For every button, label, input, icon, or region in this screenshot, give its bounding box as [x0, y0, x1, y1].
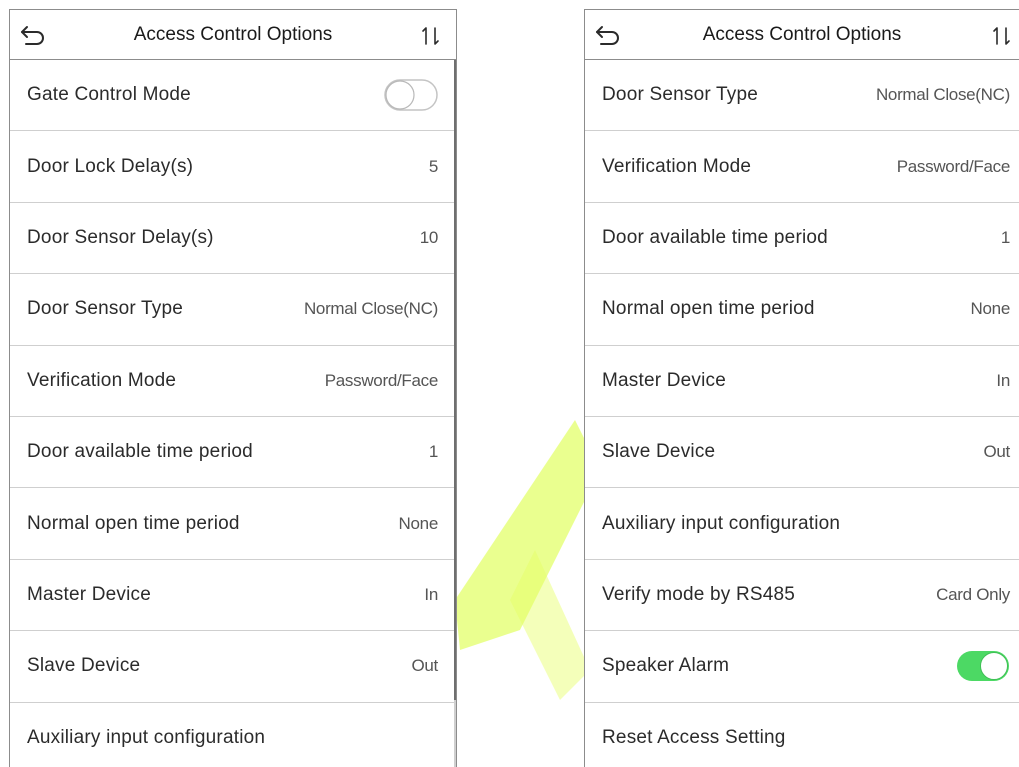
verification-mode-row[interactable]: Verification Mode Password/Face [10, 346, 456, 417]
door-available-time-period-row[interactable]: Door available time period 1 [10, 417, 456, 489]
settings-list: Gate Control Mode Door Lock Delay(s) 5 D… [10, 60, 456, 767]
row-value: 1 [428, 442, 438, 462]
page-title: Access Control Options [133, 23, 333, 45]
page-title: Access Control Options [702, 23, 902, 45]
row-value: Out [411, 656, 438, 676]
door-lock-delay-row[interactable]: Door Lock Delay(s) 5 [10, 131, 456, 203]
speaker-alarm-row[interactable]: Speaker Alarm [585, 631, 1019, 703]
speaker-alarm-toggle[interactable] [956, 649, 1010, 683]
row-label: Door Sensor Type [27, 298, 183, 320]
row-label: Normal open time period [602, 298, 815, 320]
door-sensor-type-row[interactable]: Door Sensor Type Normal Close(NC) [585, 60, 1019, 132]
back-arrow-icon[interactable] [20, 24, 46, 46]
row-label: Speaker Alarm [602, 655, 730, 677]
gate-control-mode-toggle[interactable] [384, 78, 438, 112]
verification-mode-row[interactable]: Verification Mode Password/Face [585, 131, 1019, 203]
row-label: Slave Device [27, 655, 141, 677]
master-device-row[interactable]: Master Device In [585, 346, 1019, 417]
row-label: Gate Control Mode [27, 84, 191, 106]
row-label: Verify mode by RS485 [602, 583, 796, 605]
row-label: Verification Mode [602, 155, 752, 177]
sort-arrows-icon[interactable] [991, 25, 1013, 47]
sort-arrows-icon[interactable] [420, 25, 442, 47]
master-device-row[interactable]: Master Device In [10, 560, 456, 632]
gate-control-mode-row[interactable]: Gate Control Mode [10, 60, 456, 132]
row-value: In [424, 584, 438, 604]
back-arrow-icon[interactable] [595, 24, 621, 46]
row-label: Reset Access Setting [602, 726, 786, 748]
row-value: Password/Face [324, 370, 439, 390]
row-label: Door Sensor Type [602, 84, 758, 106]
row-value: Out [983, 442, 1010, 462]
row-label: Auxiliary input configuration [27, 726, 266, 748]
slave-device-row[interactable]: Slave Device Out [10, 631, 456, 703]
row-value: Password/Face [896, 156, 1011, 176]
auxiliary-input-configuration-row[interactable]: Auxiliary input configuration [585, 488, 1019, 560]
settings-list: Door Sensor Type Normal Close(NC) Verifi… [585, 60, 1019, 767]
row-label: Normal open time period [27, 512, 240, 534]
row-value: None [398, 513, 439, 533]
normal-open-time-period-row[interactable]: Normal open time period None [10, 488, 456, 560]
row-label: Master Device [27, 583, 152, 605]
row-value: In [996, 370, 1010, 390]
row-value: Card Only [936, 584, 1010, 604]
header-bar: Access Control Options [10, 10, 456, 60]
left-screen: Access Control Options Gate Control Mode… [9, 9, 457, 767]
verify-mode-rs485-row[interactable]: Verify mode by RS485 Card Only [585, 560, 1019, 632]
door-sensor-delay-row[interactable]: Door Sensor Delay(s) 10 [10, 203, 456, 275]
row-value: None [970, 299, 1011, 319]
row-label: Door available time period [27, 441, 253, 463]
door-available-time-period-row[interactable]: Door available time period 1 [585, 203, 1019, 275]
row-label: Slave Device [602, 441, 716, 463]
watermark-graphic [455, 420, 600, 700]
auxiliary-input-configuration-row[interactable]: Auxiliary input configuration [10, 703, 456, 767]
reset-access-setting-row[interactable]: Reset Access Setting [585, 703, 1019, 767]
scrollbar-thumb[interactable] [454, 60, 456, 700]
row-value: Normal Close(NC) [303, 299, 438, 319]
door-sensor-type-row[interactable]: Door Sensor Type Normal Close(NC) [10, 274, 456, 346]
row-value: 10 [419, 227, 439, 247]
row-label: Door Lock Delay(s) [27, 155, 194, 177]
row-label: Door available time period [602, 226, 828, 248]
row-value: Normal Close(NC) [875, 85, 1010, 105]
header-bar: Access Control Options [585, 10, 1019, 60]
row-value: 5 [428, 156, 438, 176]
right-screen: Access Control Options Door Sensor Type … [584, 9, 1019, 767]
row-label: Auxiliary input configuration [602, 512, 841, 534]
normal-open-time-period-row[interactable]: Normal open time period None [585, 274, 1019, 346]
row-label: Verification Mode [27, 369, 177, 391]
row-label: Door Sensor Delay(s) [27, 226, 214, 248]
row-label: Master Device [602, 369, 727, 391]
row-value: 1 [1000, 227, 1010, 247]
slave-device-row[interactable]: Slave Device Out [585, 417, 1019, 489]
